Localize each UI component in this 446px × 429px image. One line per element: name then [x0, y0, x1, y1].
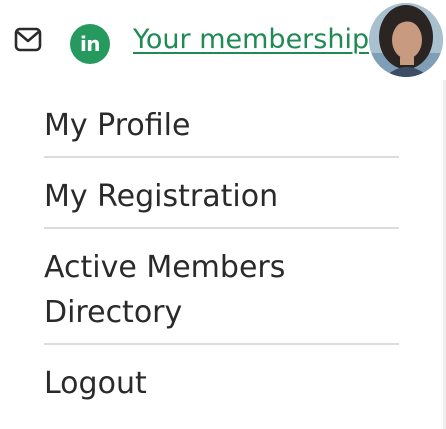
linkedin-glyph: in [79, 32, 101, 56]
linkedin-icon[interactable]: in [70, 24, 110, 64]
account-menu: My Profile My Registration Active Member… [44, 103, 399, 426]
menu-item-active-members-directory[interactable]: Active Members Directory [44, 241, 399, 345]
user-avatar[interactable] [369, 3, 443, 77]
mail-icon[interactable] [14, 27, 48, 57]
menu-item-logout[interactable]: Logout [44, 357, 399, 414]
your-membership-link[interactable]: Your membership [133, 20, 369, 60]
menu-item-my-profile[interactable]: My Profile [44, 103, 399, 158]
menu-item-label: Active Members Directory [44, 250, 286, 330]
header-bar: in Your membership [0, 0, 446, 80]
page: in Your membership My Profile My Registr… [0, 0, 446, 429]
menu-item-my-registration[interactable]: My Registration [44, 170, 399, 229]
